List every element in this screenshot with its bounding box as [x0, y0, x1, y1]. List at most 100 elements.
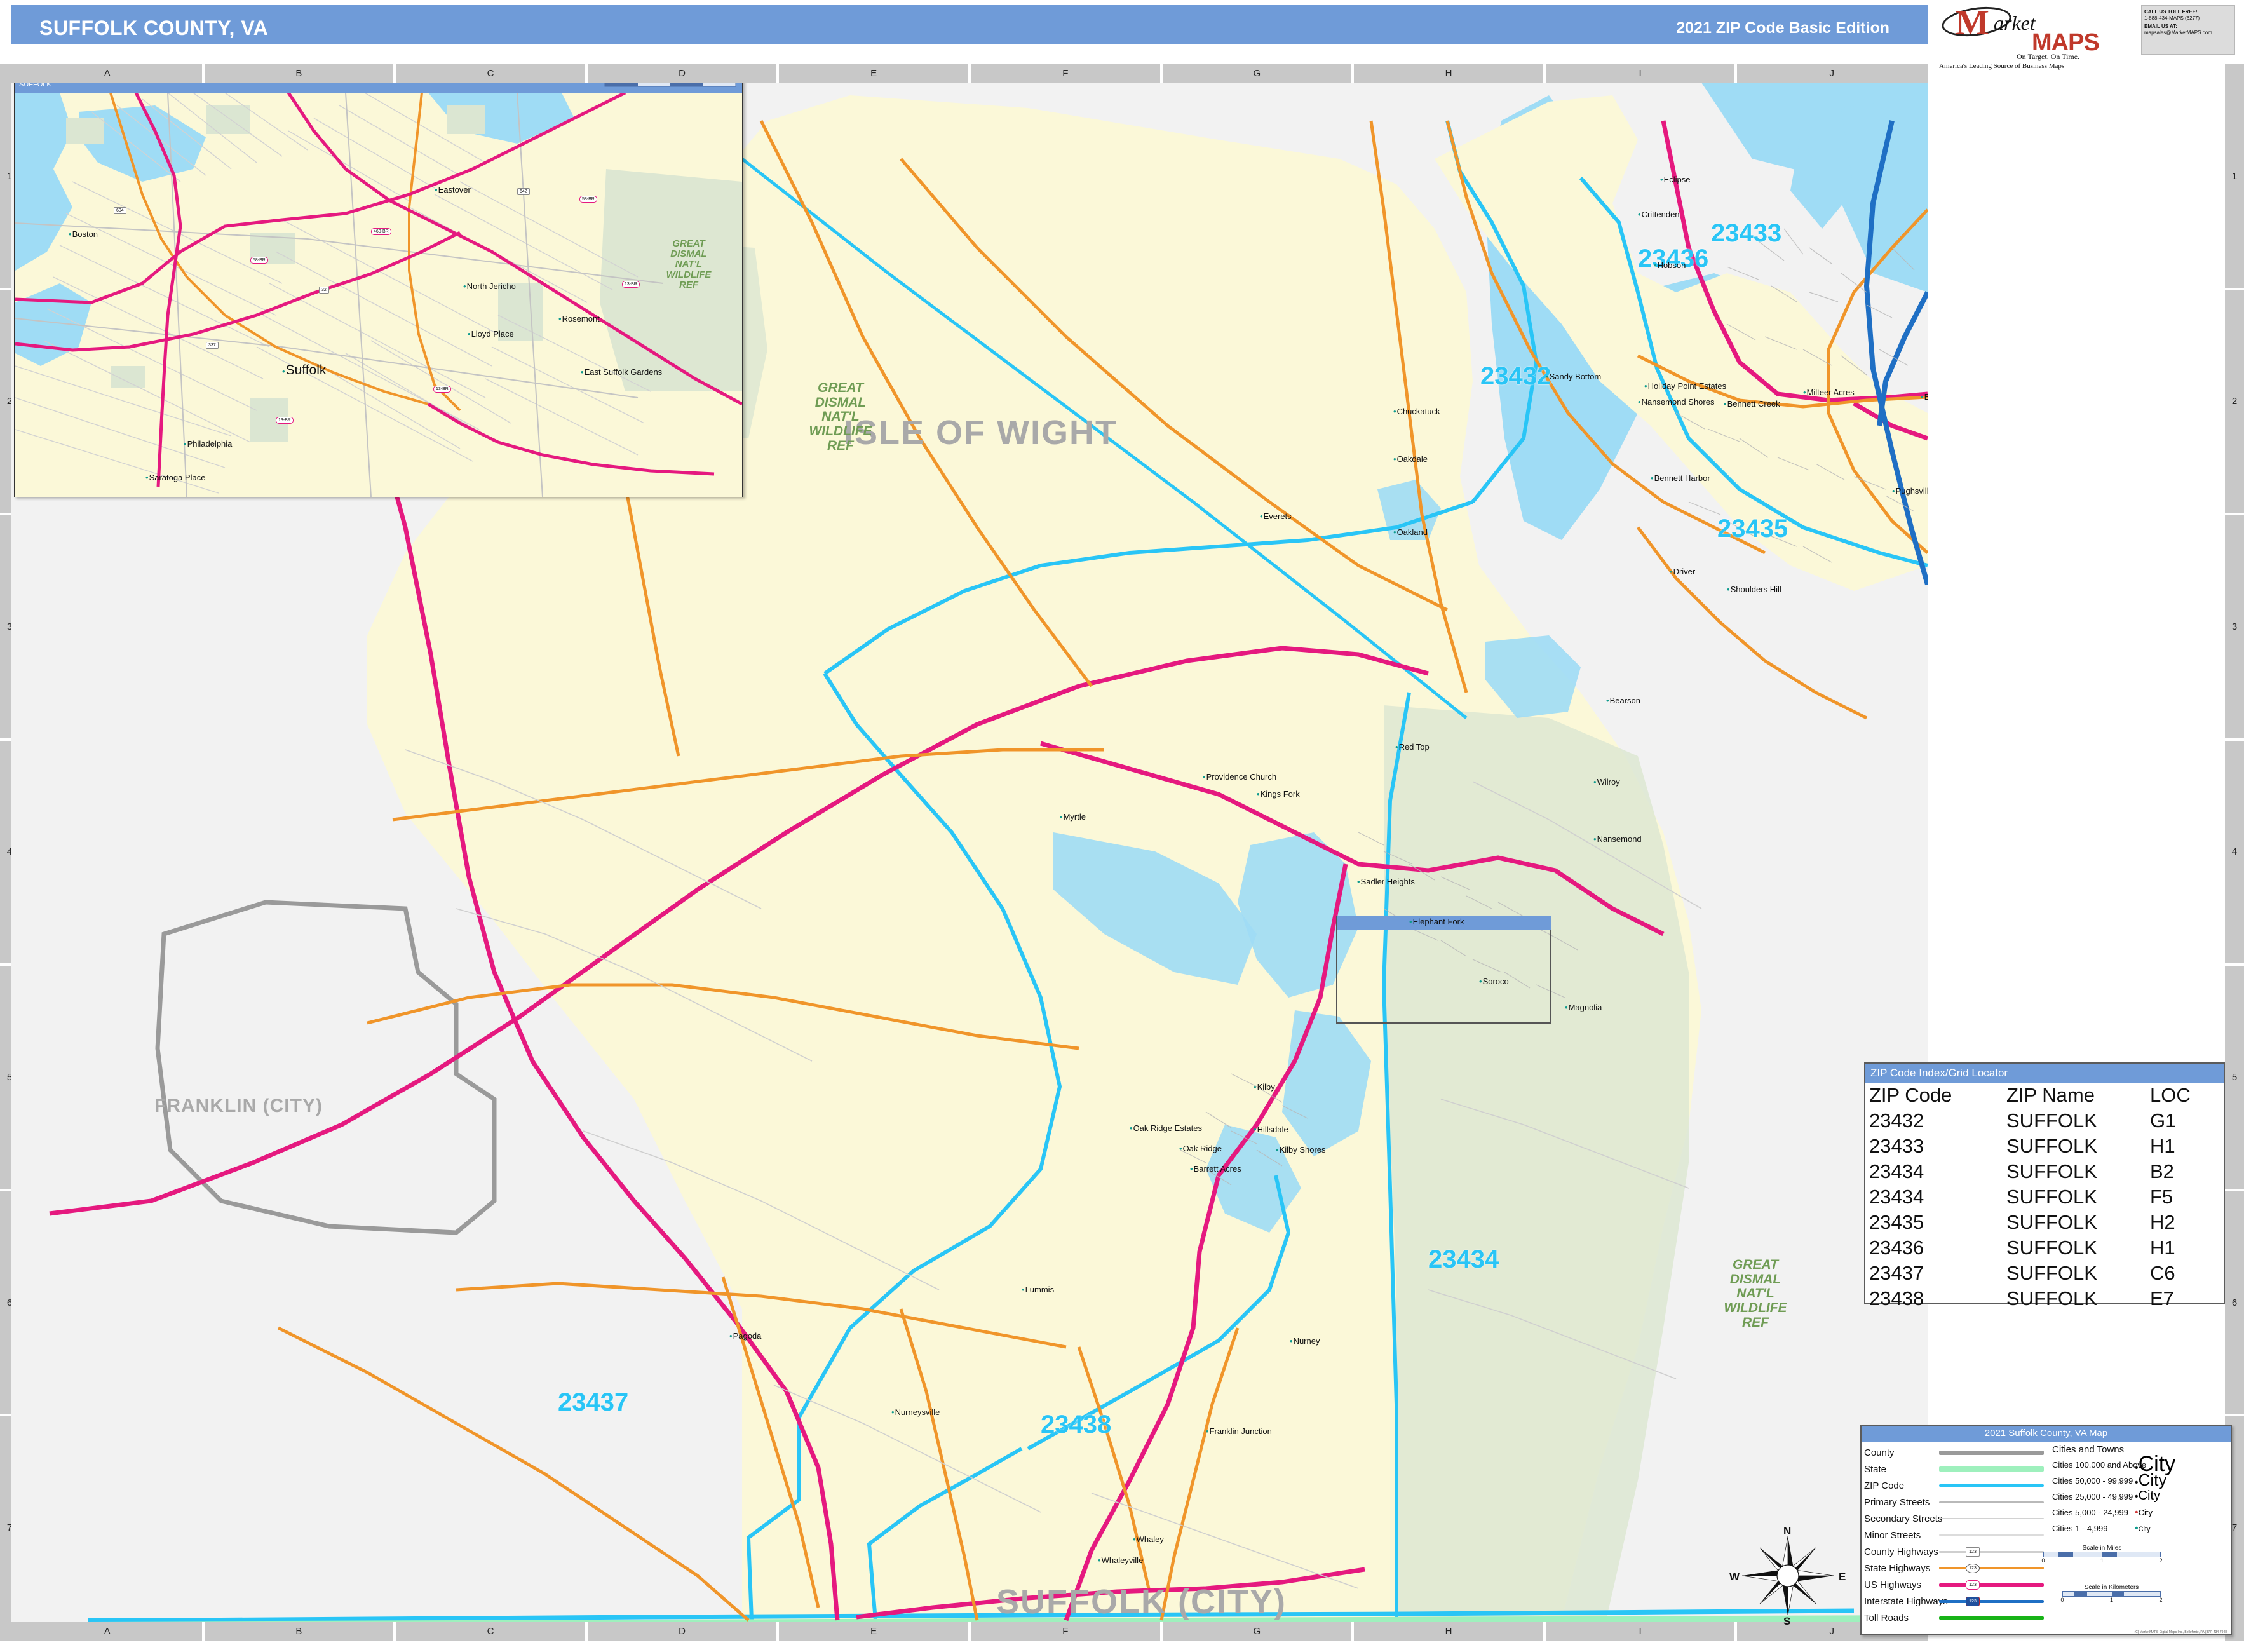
place-label-40: Whaley — [1133, 1534, 1164, 1544]
zip-index-row[interactable]: 23437 SUFFOLK C6 — [1865, 1261, 2224, 1286]
zip-loc-cell: H2 — [2150, 1211, 2175, 1233]
legend-line-label: State — [1864, 1463, 1887, 1475]
zip-loc-cell: H1 — [2150, 1135, 2175, 1157]
legend-line-sample — [1939, 1518, 2044, 1519]
logo-tagline: On Target. On Time. — [2017, 52, 2080, 61]
edition-label: 2021 ZIP Code Basic Edition — [1676, 19, 1889, 37]
legend-line-label: Secondary Streets — [1864, 1513, 1943, 1524]
zip-index-row[interactable]: 23435 SUFFOLK H2 — [1865, 1210, 2224, 1235]
place-label-38: Nurney — [1290, 1336, 1320, 1346]
map-canvas[interactable]: 23432 23433 23436 23435 23434 23437 23438 ISLE… — [11, 83, 1928, 1622]
legend-line-sample — [1939, 1567, 2044, 1569]
legend-line-swatch: 123 — [1939, 1545, 2044, 1558]
scale-caption: Scale in Miles — [2082, 1545, 2122, 1552]
zip-code-cell: 23435 — [1869, 1211, 1924, 1233]
legend-line-sample — [1939, 1583, 2044, 1587]
legend-row-9: Interstate Highways 123 — [1864, 1593, 2048, 1609]
place-label-5: Oakland — [1393, 527, 1428, 537]
place-label-2: Hobson — [1654, 261, 1686, 270]
legend-row-4: Secondary Streets — [1864, 1510, 2048, 1527]
legend-row-6: County Highways 123 — [1864, 1543, 2048, 1560]
zip-index-row[interactable]: 23433 SUFFOLK H1 — [1865, 1134, 2224, 1159]
grid-col-J: J — [1829, 67, 1834, 79]
legend-line-swatch — [1939, 1611, 2044, 1624]
legend-city-label: Cities 1 - 4,999 — [2052, 1524, 2108, 1533]
legend-line-swatch — [1939, 1529, 2044, 1541]
scale-bar-graphic — [2062, 1591, 2161, 1597]
refuge-label-0: GREAT DISMAL NAT'L WILDLIFE REF — [809, 381, 872, 453]
grid-row-5: 5 — [2231, 1072, 2238, 1083]
place-label-33: Oak Ridge — [1179, 1144, 1222, 1153]
zip-code-cell: 23434 — [1869, 1186, 1924, 1208]
inset-place-8: Saratoga Place — [145, 473, 206, 482]
inset-map[interactable]: SUFFOLK • Boston • Suffolk • Eastover • … — [14, 83, 743, 497]
place-label-15: Shoulders Hill — [1727, 585, 1781, 594]
legend-line-label: US Highways — [1864, 1579, 1922, 1590]
zip-code-cell: 23432 — [1869, 1109, 1924, 1132]
legend-line-label: Primary Streets — [1864, 1496, 1930, 1508]
header-bar: SUFFOLK COUNTY, VA 2021 ZIP Code Basic E… — [11, 5, 1928, 44]
legend-city-row-1: Cities 50,000 - 99,999 •City — [2050, 1472, 2231, 1489]
county-label-1: SUFFOLK (CITY) — [996, 1583, 1287, 1621]
legend-line-sample — [1939, 1550, 2044, 1553]
place-label-4: Chuckatuck — [1393, 407, 1440, 416]
marketmaps-logo: M arket MAPS On Target. On Time. America… — [1938, 3, 2236, 70]
grid-col-H: H — [1445, 1625, 1452, 1637]
grid-col-C: C — [487, 1625, 494, 1637]
zip-label-23432: 23432 — [1480, 362, 1551, 390]
grid-row-3: 3 — [2231, 621, 2238, 632]
scale-segment — [2102, 1552, 2118, 1557]
inset-refuge-label: GREAT DISMAL NAT'L WILDLIFE REF — [666, 238, 712, 290]
county-label-2: FRANKLIN (CITY) — [154, 1095, 323, 1116]
scale-tick: 0 — [2060, 1597, 2064, 1603]
logo-subtagline: America's Leading Source of Business Map… — [1939, 62, 2065, 70]
zip-index-row[interactable]: 23434 SUFFOLK F5 — [1865, 1184, 2224, 1210]
legend-line-swatch — [1939, 1463, 2044, 1475]
legend-cities: Cities and Towns Cities 100,000 and Abov… — [2041, 1443, 2231, 1603]
zip-label-23435: 23435 — [1717, 515, 1788, 543]
grid-ruler-right: 1234567 — [2225, 64, 2244, 1641]
zip-index-panel[interactable]: ZIP Code Index/Grid Locator ZIP Code ZIP … — [1864, 1062, 2225, 1310]
scale-bar-1: Scale in Kilometers 0 1 2 — [2060, 1584, 2162, 1604]
place-label-12: Bennett Harbor — [1651, 473, 1710, 483]
grid-col-I: I — [1639, 1625, 1642, 1637]
place-label-39: Franklin Junction — [1206, 1426, 1272, 1436]
place-label-27: Everets — [1260, 511, 1292, 521]
inset-shield-13-BR: 13-BR — [276, 417, 294, 424]
place-label-20: Sadler Heights — [1357, 877, 1415, 886]
legend-title: 2021 Suffolk County, VA Map — [1862, 1426, 2231, 1442]
grid-row-4: 4 — [2231, 846, 2238, 858]
place-label-41: Whaleyville — [1098, 1555, 1144, 1565]
zip-index-row[interactable]: 23436 SUFFOLK H1 — [1865, 1235, 2224, 1261]
logo-mark: M arket MAPS On Target. On Time. America… — [1938, 3, 2141, 70]
zip-label-23433: 23433 — [1711, 219, 1782, 247]
call-label: CALL US TOLL FREE! — [2144, 9, 2198, 15]
zip-index-row[interactable]: 23434 SUFFOLK B2 — [1865, 1159, 2224, 1184]
compass-west: W — [1729, 1571, 1740, 1583]
inset-place-6: East Suffolk Gardens — [581, 367, 663, 377]
place-label-14: Driver — [1670, 567, 1696, 576]
place-label-25: Nansemond — [1593, 834, 1642, 844]
grid-ruler-bottom: ABCDEFGHIJ — [11, 1622, 1928, 1641]
legend-city-label: Cities 25,000 - 49,999 — [2052, 1492, 2133, 1501]
place-label-7: Nansemond Shores — [1638, 397, 1715, 407]
call-value: 1-888-434-MAPS (6277) — [2144, 15, 2200, 21]
legend-row-3: Primary Streets — [1864, 1494, 2048, 1510]
grid-row-6: 6 — [2231, 1297, 2238, 1308]
zip-index-row[interactable]: 23438 SUFFOLK E7 — [1865, 1286, 2224, 1311]
grid-col-G: G — [1253, 1625, 1261, 1637]
inset-place-2: Eastover — [435, 185, 471, 194]
zip-index-row[interactable]: 23432 SUFFOLK G1 — [1865, 1108, 2224, 1134]
grid-col-F: F — [1062, 67, 1069, 79]
legend-cities-list: Cities 100,000 and Above •City Cities 50,0… — [2050, 1453, 2231, 1536]
legend-line-list: County State ZIP Code Primary Streets Second… — [1864, 1444, 2048, 1626]
grid-col-H: H — [1445, 67, 1452, 79]
legend-line-sample — [1939, 1450, 2044, 1455]
grid-col-D: D — [679, 67, 686, 79]
place-label-13: Pughsville — [1892, 486, 1928, 496]
map-page: SUFFOLK COUNTY, VA 2021 ZIP Code Basic E… — [0, 0, 2244, 1652]
place-label-37: Nurneysville — [891, 1407, 940, 1417]
legend-shield-interstate-icon: 123 — [1966, 1597, 1980, 1606]
legend-panel[interactable]: 2021 Suffolk County, VA Map County State Z… — [1860, 1425, 2232, 1635]
legend-line-sample — [1939, 1501, 2044, 1503]
